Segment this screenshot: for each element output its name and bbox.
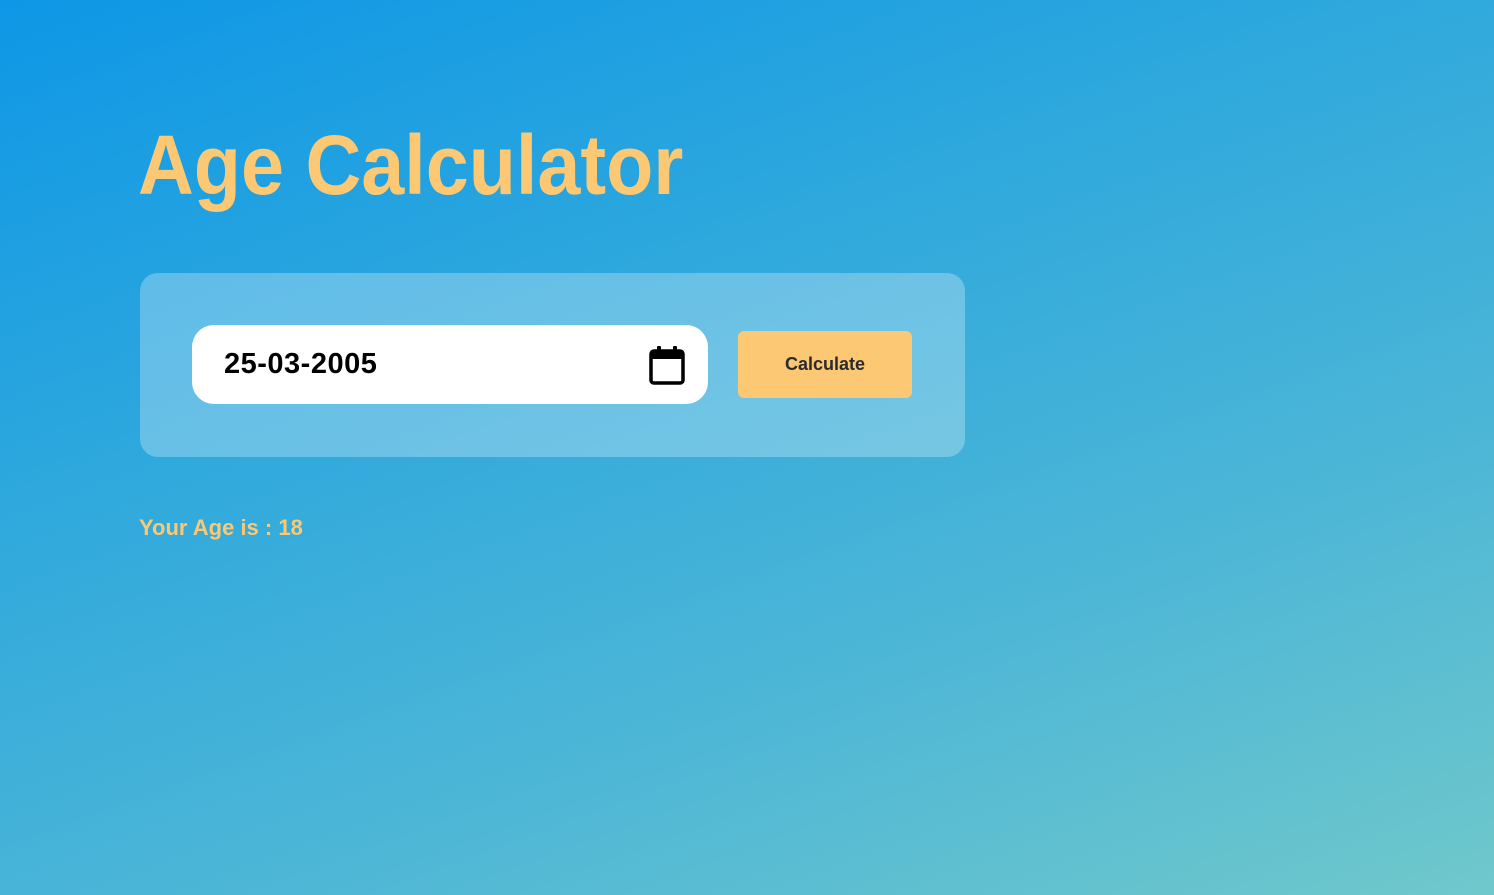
birthdate-value: 25-03-2005 xyxy=(224,348,378,380)
age-result: Your Age is : 18 xyxy=(139,515,303,541)
birthdate-input[interactable]: 25-03-2005 xyxy=(192,325,708,404)
age-result-label: Your Age is : xyxy=(139,515,279,540)
calculate-button[interactable]: Calculate xyxy=(738,331,912,398)
age-result-value: 18 xyxy=(278,515,303,540)
calendar-icon[interactable] xyxy=(648,345,686,385)
page-title: Age Calculator xyxy=(138,118,684,212)
age-form-card: 25-03-2005 Calculate xyxy=(140,273,965,457)
